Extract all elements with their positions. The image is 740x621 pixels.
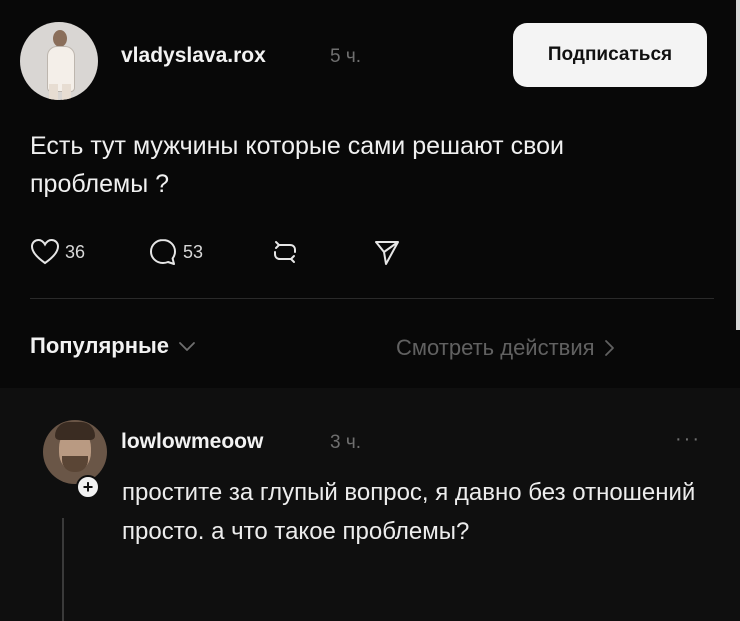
like-button[interactable]: 36 <box>30 232 85 272</box>
reply-button[interactable]: 53 <box>148 232 203 272</box>
comment-card: + lowlowmeoow 3 ч. ··· простите за глупы… <box>0 388 740 621</box>
sort-label: Популярные <box>30 333 170 358</box>
post-card: vladyslava.rox 5 ч. Подписаться Есть тут… <box>0 0 740 388</box>
heart-icon <box>30 238 60 265</box>
follow-button[interactable]: Подписаться <box>513 23 707 87</box>
comment-icon <box>150 239 176 265</box>
avatar-figure-leg <box>49 84 58 100</box>
avatar-hair <box>55 422 95 440</box>
avatar-figure-head <box>53 30 67 47</box>
repost-icon <box>274 241 296 263</box>
view-activity-link[interactable]: Смотреть действия <box>396 335 615 361</box>
share-button[interactable] <box>372 232 402 272</box>
avatar-beard <box>62 456 88 472</box>
chevron-down-icon <box>179 342 195 351</box>
thread-line <box>62 518 64 621</box>
comment-author-username[interactable]: lowlowmeoow <box>121 430 263 454</box>
view-activity-label: Смотреть действия <box>396 335 595 360</box>
scrollbar[interactable] <box>736 0 740 330</box>
reply-count: 53 <box>183 241 204 262</box>
sort-dropdown[interactable]: Популярные <box>30 333 196 359</box>
chevron-right-icon <box>604 340 614 356</box>
post-text: Есть тут мужчины которые сами решают сво… <box>30 132 564 198</box>
comment-timestamp: 3 ч. <box>330 432 362 453</box>
avatar-figure-leg <box>62 84 71 100</box>
post-author-username[interactable]: vladyslava.rox <box>121 44 266 68</box>
share-icon <box>375 241 399 265</box>
like-count: 36 <box>65 241 86 262</box>
comment-text: простите за глупый вопрос, я давно без о… <box>122 479 696 545</box>
comment-author-avatar[interactable] <box>43 420 107 484</box>
post-timestamp: 5 ч. <box>330 46 362 67</box>
repost-button[interactable] <box>270 232 300 272</box>
post-author-avatar[interactable] <box>20 22 98 100</box>
more-options-icon[interactable]: ··· <box>675 428 701 451</box>
divider <box>30 298 714 299</box>
follow-plus-badge[interactable]: + <box>76 475 100 499</box>
